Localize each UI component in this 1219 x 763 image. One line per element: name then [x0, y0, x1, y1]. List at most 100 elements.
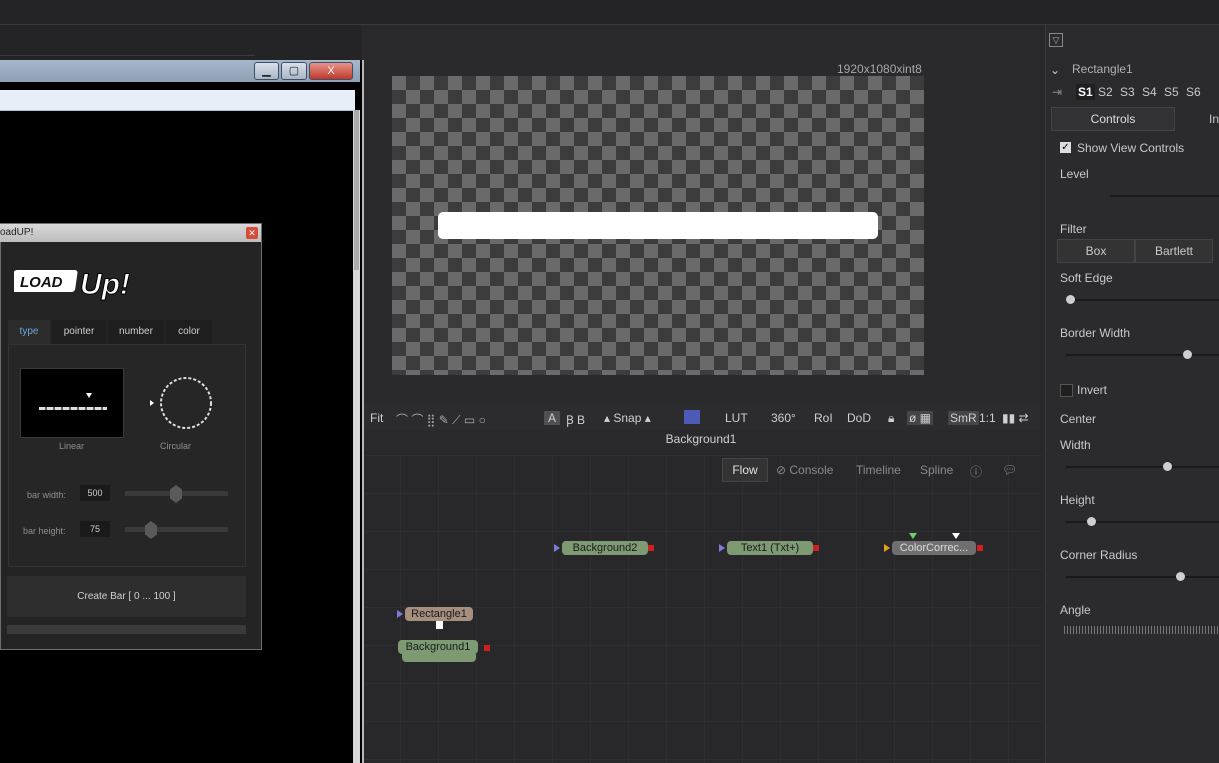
bar-height-slider[interactable]: [125, 527, 228, 532]
tab-flow[interactable]: Flow: [722, 458, 768, 482]
bar-height-input[interactable]: 75: [80, 521, 110, 537]
node-input-arrow-icon: [909, 533, 917, 539]
border-width-knob[interactable]: [1183, 350, 1192, 359]
level-label: Level: [1060, 167, 1089, 181]
text-tool-icon[interactable]: A: [544, 411, 561, 425]
viewer-toolbar: Fit ⌒ ⌒ ⣿ ✎ ⟋ ▭ ○ A Ꞵ B ▴ Snap ▴ LUT 360…: [362, 405, 1040, 431]
corner-radius-label: Corner Radius: [1060, 548, 1138, 562]
node-input-icon: [397, 610, 403, 618]
chevron-down-icon[interactable]: ⌄: [1050, 63, 1060, 77]
view-s6[interactable]: S6: [1186, 85, 1201, 99]
filter-bartlett-button[interactable]: Bartlett: [1135, 239, 1213, 263]
show-view-controls-checkbox[interactable]: ✓: [1060, 142, 1071, 153]
node-rectangle1[interactable]: Rectangle1: [405, 607, 473, 621]
roi-button[interactable]: RoI: [814, 411, 833, 425]
view-s1[interactable]: S1: [1076, 84, 1095, 100]
soft-edge-knob[interactable]: [1066, 295, 1075, 304]
snap-button[interactable]: ▴ Snap ▴: [604, 411, 651, 425]
tab-pointer[interactable]: pointer: [52, 320, 106, 344]
tool-name[interactable]: Rectangle1: [1072, 62, 1133, 76]
node-background2[interactable]: Background2: [562, 541, 648, 555]
view-s5[interactable]: S5: [1164, 85, 1179, 99]
node-input-icon: [554, 544, 560, 552]
loadup-progress-strip: [7, 625, 246, 634]
app-window-menubar: [0, 90, 355, 111]
filter-box-button[interactable]: Box: [1057, 239, 1135, 263]
info-icon[interactable]: ⓘ: [970, 463, 982, 480]
tab-type[interactable]: type: [8, 320, 50, 344]
polyline-tools-icon[interactable]: ⌒ ⌒ ⣿ ✎ ⟋ ▭ ○: [396, 411, 486, 428]
angle-thumbwheel[interactable]: [1064, 626, 1219, 634]
text-tools-icon[interactable]: Ꞵ B: [566, 411, 585, 428]
app-window-scrollbar[interactable]: [353, 110, 360, 763]
corner-radius-slider[interactable]: [1066, 576, 1219, 578]
svg-text:LOAD: LOAD: [20, 274, 63, 291]
smr-button[interactable]: SmR: [948, 411, 979, 425]
node-connector: [436, 621, 443, 629]
node-output-port[interactable]: [977, 545, 983, 551]
lut-button[interactable]: LUT: [725, 411, 748, 425]
maximize-button[interactable]: ▢: [281, 62, 307, 80]
rotation-button[interactable]: 360°: [771, 411, 796, 425]
bar-height-label: bar height:: [23, 526, 66, 536]
tab-color[interactable]: color: [166, 320, 212, 344]
tab-console[interactable]: ⊘ Console: [776, 463, 833, 477]
dod-button[interactable]: DoD: [847, 411, 871, 425]
tab-controls[interactable]: Controls: [1051, 107, 1175, 131]
svg-text:Up!: Up!: [80, 268, 130, 301]
checker-toggle-icon[interactable]: ø ▦: [907, 411, 934, 425]
view-s4[interactable]: S4: [1142, 85, 1157, 99]
panel-collapse-icon[interactable]: ▽: [1049, 33, 1063, 47]
inspector-panel: ▽ ⌄ Rectangle1 ⇥ S1 S2 S3 S4 S5 S6 Contr…: [1045, 25, 1219, 763]
close-button[interactable]: X: [309, 62, 353, 80]
node-input-icon: [719, 544, 725, 552]
loadup-close-icon[interactable]: ✕: [246, 227, 258, 239]
rectangle-preview: [438, 212, 878, 239]
pin-icon[interactable]: ⇥: [1052, 85, 1062, 99]
invert-label: Invert: [1077, 383, 1108, 397]
circular-label: Circular: [160, 441, 192, 451]
center-label: Center: [1060, 412, 1097, 426]
width-slider[interactable]: [1066, 466, 1219, 468]
tab-in[interactable]: In: [1209, 112, 1219, 126]
soft-edge-slider[interactable]: [1066, 299, 1219, 301]
circular-type-option[interactable]: [150, 372, 216, 434]
tab-spline[interactable]: Spline: [920, 463, 953, 477]
invert-checkbox[interactable]: [1060, 384, 1073, 397]
level-slider[interactable]: [1110, 195, 1219, 197]
node-output-port[interactable]: [648, 545, 654, 551]
height-knob[interactable]: [1087, 517, 1096, 526]
fit-button[interactable]: Fit: [370, 411, 383, 425]
node-background1[interactable]: Background1: [398, 640, 478, 654]
view-s3[interactable]: S3: [1120, 85, 1135, 99]
viewer-options-icon[interactable]: ▮▮ ⇄: [1002, 411, 1029, 425]
color-channel-icon[interactable]: [684, 410, 700, 424]
lock-icon[interactable]: 🔒︎: [888, 411, 894, 426]
bar-width-input[interactable]: 500: [80, 485, 110, 501]
tab-timeline[interactable]: Timeline: [856, 463, 901, 477]
tab-number[interactable]: number: [108, 320, 164, 344]
viewer-node-name: Background1: [362, 430, 1040, 450]
top-menu-bar: [0, 0, 1219, 25]
minimize-button[interactable]: ▁: [254, 62, 279, 80]
node-colorcorrect[interactable]: ColorCorrec...: [892, 541, 976, 555]
node-input-arrow-icon: [952, 533, 960, 539]
loadup-logo: LOAD Up!: [14, 268, 130, 302]
corner-radius-knob[interactable]: [1176, 572, 1185, 581]
border-width-slider[interactable]: [1066, 354, 1219, 356]
linear-label: Linear: [59, 441, 85, 451]
loadup-titlebar[interactable]: oadUP!: [0, 224, 261, 242]
node-output-port[interactable]: [813, 545, 819, 551]
comment-icon[interactable]: 💬︎: [1002, 463, 1017, 477]
border-width-label: Border Width: [1060, 326, 1131, 340]
node-text1[interactable]: Text1 (Txt+): [727, 541, 813, 555]
soft-edge-label: Soft Edge: [1060, 271, 1113, 285]
view-s2[interactable]: S2: [1098, 85, 1113, 99]
create-bar-button[interactable]: Create Bar [ 0 ... 100 ]: [7, 576, 246, 617]
width-knob[interactable]: [1163, 462, 1172, 471]
height-label: Height: [1060, 493, 1095, 507]
node-output-port[interactable]: [484, 645, 490, 651]
ratio-button[interactable]: 1:1: [979, 411, 996, 425]
filter-label: Filter: [1060, 222, 1087, 236]
linear-type-option[interactable]: [20, 368, 124, 438]
